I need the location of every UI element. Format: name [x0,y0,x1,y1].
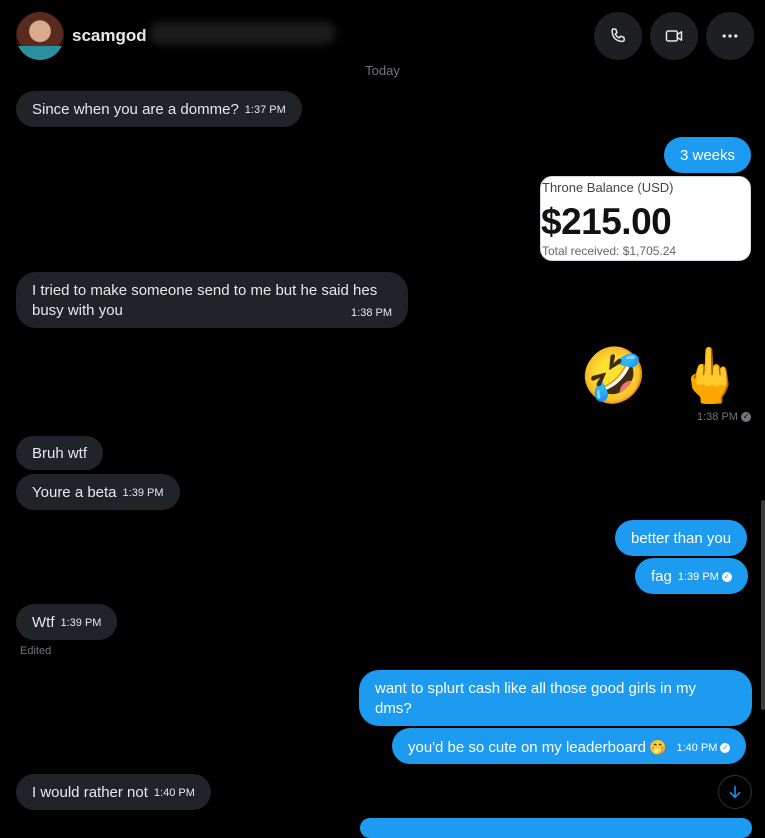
message-time: 1:39 PM [122,487,164,500]
conversation-header: scamgod [0,0,765,72]
edited-label: Edited [20,645,52,657]
video-call-button[interactable] [650,12,698,60]
message-time: 1:38 PM [351,307,392,319]
sent-check-icon: ✓ [741,412,752,423]
arrow-down-icon [729,785,741,799]
emoji-timestamp: 1:38 PM ✓ [697,411,752,423]
more-options-button[interactable] [706,12,754,60]
message-outgoing-partial[interactable] [360,818,752,838]
message-text: 3 weeks [680,147,736,164]
message-text: better than you [631,530,732,547]
message-time: 1:38 PM [697,411,738,423]
scroll-to-bottom-button[interactable] [718,775,752,809]
message-outgoing[interactable]: better than you [615,520,748,556]
message-text: fag [651,568,672,585]
card-total: Total received: $1,705.24 [542,244,677,258]
message-time: 1:39 PM [60,617,102,630]
contact-name[interactable]: scamgod [72,26,147,46]
message-incoming[interactable]: Since when you are a domme? 1:37 PM [16,91,302,127]
message-incoming[interactable]: I tried to make someone send to me but h… [16,272,408,328]
message-text: Wtf [32,614,55,631]
read-check-icon: ✓ [721,572,732,583]
message-incoming[interactable]: Youre a beta 1:39 PM [16,474,180,510]
more-icon [722,34,738,38]
read-check-icon: ✓ [720,743,731,754]
video-camera-icon [665,30,683,42]
avatar[interactable] [16,12,64,60]
rofl-emoji[interactable]: 🤣 [580,346,647,406]
message-text-line2: dms? [375,700,412,717]
throne-balance-card[interactable]: Throne Balance (USD) $215.00 Total recei… [540,176,751,261]
message-text: Youre a beta [32,484,117,501]
message-text: Bruh wtf [32,445,88,462]
message-time: 1:40 PM [676,742,718,755]
message-time: 1:37 PM [244,104,286,117]
card-amount: $215.00 [541,201,672,242]
message-text: you'd be so cute on my leaderboard [408,739,647,756]
message-time: 1:39 PM [677,571,719,584]
date-separator: Today [365,63,400,78]
shush-emoji: 🤭 [649,739,667,755]
phone-icon [611,28,625,43]
message-text: Since when you are a domme? [32,101,239,118]
message-outgoing[interactable]: fag 1:39 PM ✓ [635,558,748,594]
message-outgoing[interactable]: you'd be so cute on my leaderboard 🤭 1:40 … [392,728,747,764]
message-outgoing[interactable]: 3 weeks [664,137,752,173]
message-incoming[interactable]: Wtf 1:39 PM [16,604,118,640]
voice-call-button[interactable] [594,12,642,60]
message-text-line1: want to splurt cash like all those good … [375,680,696,697]
message-text-line1: I tried to make someone send to me but h… [32,282,378,299]
middle-finger-emoji[interactable]: 🖕 [676,346,743,406]
scrollbar-thumb[interactable] [761,500,765,710]
message-time: 1:40 PM [153,787,195,800]
message-incoming[interactable]: Bruh wtf [16,436,104,470]
card-title: Throne Balance (USD) [542,180,674,195]
message-text: I would rather not [32,784,148,801]
blurred-handle [150,22,335,44]
message-outgoing[interactable]: want to splurt cash like all those good … [359,670,752,726]
message-incoming[interactable]: I would rather not 1:40 PM [16,774,211,810]
message-text-line2: busy with you [32,302,123,319]
